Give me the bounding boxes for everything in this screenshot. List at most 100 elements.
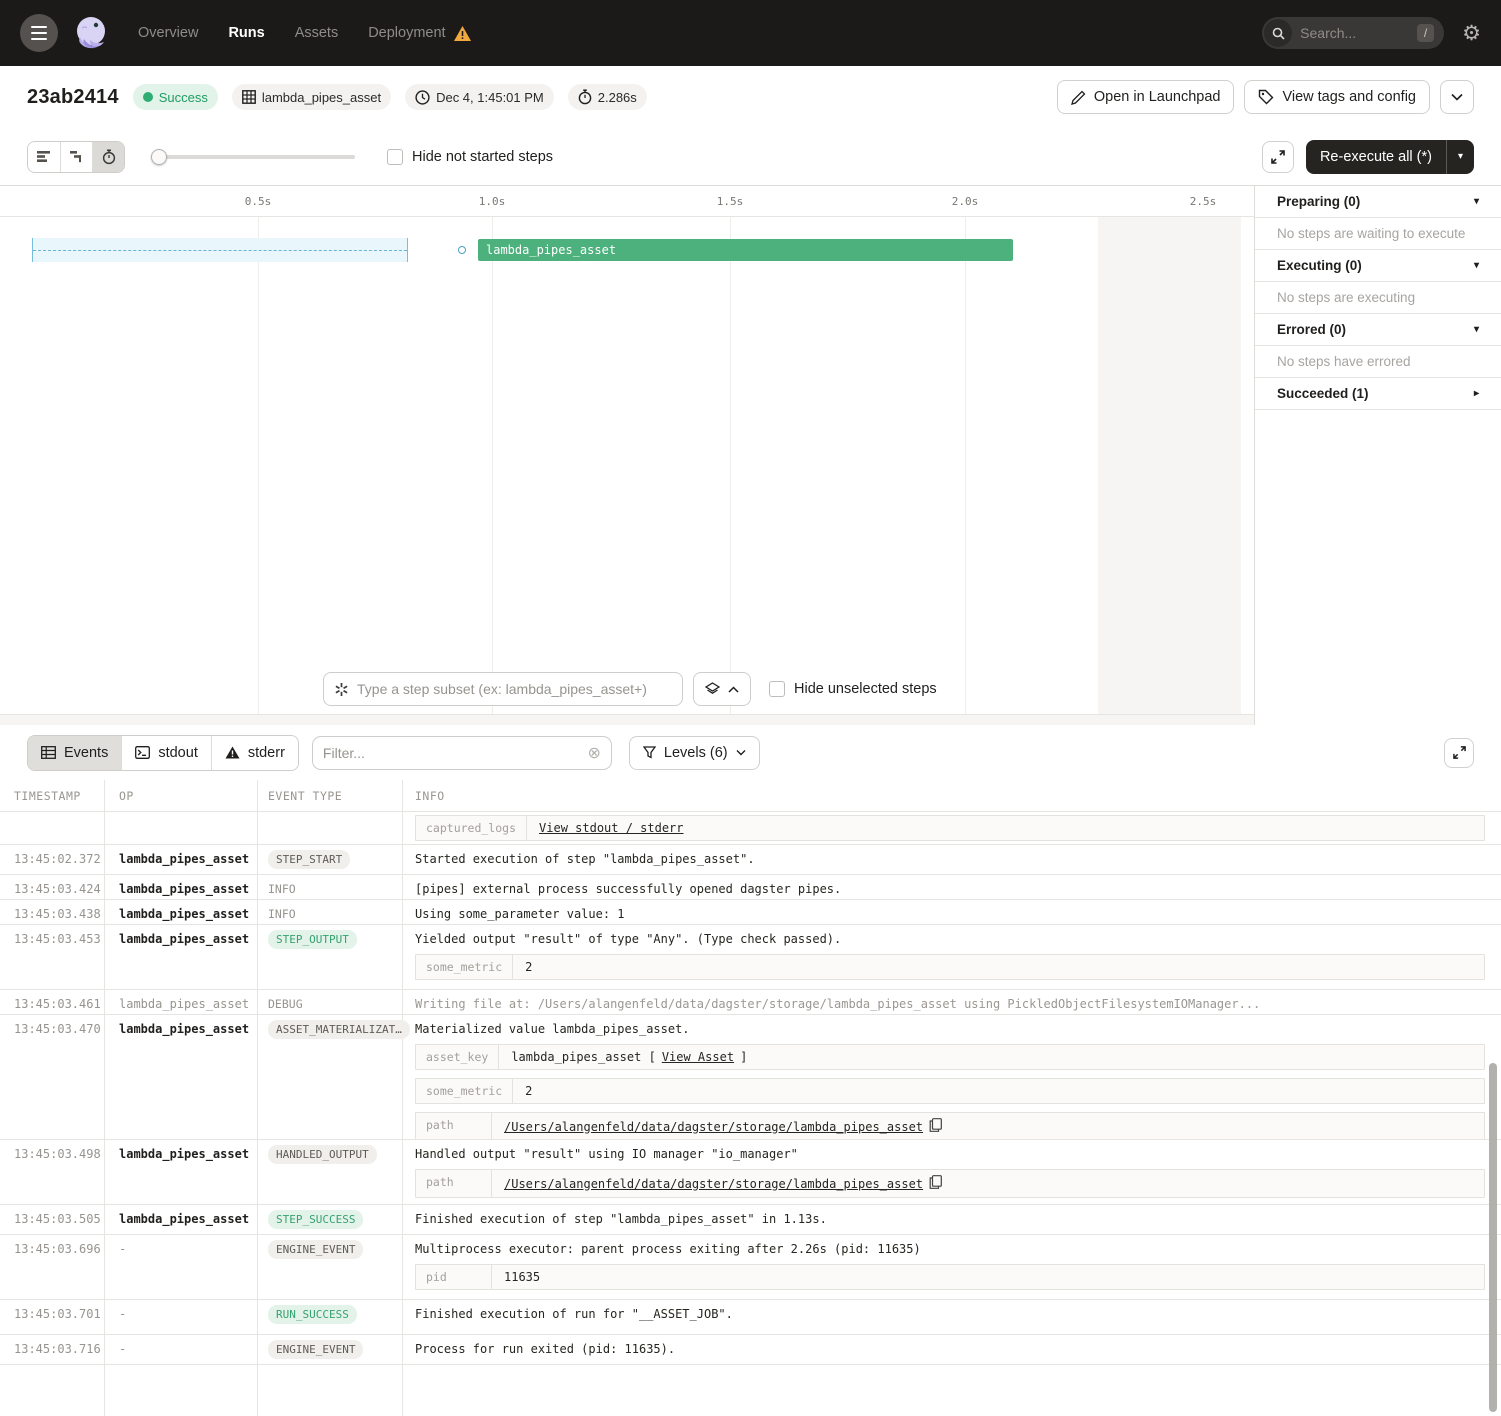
post-run-shaded-region [1098, 217, 1241, 714]
layers-icon [705, 682, 720, 697]
panel-empty-message: No steps have errored [1255, 346, 1501, 378]
metadata-label: some_metric [416, 955, 513, 979]
step-subset-input[interactable] [357, 681, 672, 697]
view-flat-button[interactable] [28, 142, 60, 172]
event-op: lambda_pipes_asset [105, 925, 258, 989]
event-row[interactable]: 13:45:03.461lambda_pipes_assetDEBUGWriti… [0, 990, 1501, 1015]
event-row[interactable]: 13:45:02.372lambda_pipes_assetSTEP_START… [0, 845, 1501, 875]
chevron-up-icon [728, 686, 739, 693]
caret-down-icon: ▾ [1474, 324, 1479, 335]
metadata-value: lambda_pipes_asset [View Asset] [499, 1045, 759, 1069]
event-row[interactable]: 13:45:03.438lambda_pipes_assetINFOUsing … [0, 900, 1501, 925]
event-row[interactable]: 13:45:03.470lambda_pipes_assetASSET_MATE… [0, 1015, 1501, 1140]
log-filter-wrap: ⊗ [312, 736, 612, 770]
view-timed-button[interactable] [92, 142, 124, 172]
metadata-link[interactable]: View stdout / stderr [539, 821, 684, 835]
panel-section-errored[interactable]: Errored (0)▾ [1255, 314, 1501, 346]
event-type: RUN_SUCCESS [258, 1300, 403, 1334]
event-info: Process for run exited (pid: 11635). [403, 1335, 1501, 1364]
panel-section-succeeded[interactable]: Succeeded (1)▸ [1255, 378, 1501, 410]
tab-events[interactable]: Events [28, 736, 121, 770]
event-timestamp: 13:45:03.505 [0, 1205, 105, 1234]
levels-dropdown-button[interactable]: Levels (6) [629, 736, 760, 770]
event-row[interactable]: 13:45:03.696-ENGINE_EVENTMultiprocess ex… [0, 1235, 1501, 1300]
terminal-icon [135, 746, 150, 759]
panel-section-preparing[interactable]: Preparing (0)▾ [1255, 186, 1501, 218]
event-timestamp: 13:45:03.453 [0, 925, 105, 989]
event-type: ENGINE_EVENT [258, 1235, 403, 1299]
metadata-link[interactable]: View Asset [662, 1050, 734, 1064]
selector-asterisk-icon [334, 682, 349, 697]
copy-icon[interactable] [929, 1118, 942, 1135]
gridline [258, 217, 259, 714]
nav-links: Overview Runs Assets Deployment [138, 25, 471, 41]
metadata-entry: some_metric2 [415, 1078, 1485, 1104]
event-row[interactable]: 13:45:03.424lambda_pipes_assetINFO[pipes… [0, 875, 1501, 900]
event-info: Handled output "result" using IO manager… [403, 1140, 1501, 1204]
metadata-link[interactable]: /Users/alangenfeld/data/dagster/storage/… [504, 1177, 923, 1191]
gantt-time-axis: 0.5s1.0s1.5s2.0s2.5s [0, 186, 1254, 217]
reexecute-dropdown-button[interactable]: ▾ [1446, 140, 1474, 174]
tab-stdout[interactable]: stdout [121, 736, 211, 770]
nav-item-deployment[interactable]: Deployment [368, 25, 445, 41]
metadata-label: some_metric [416, 1079, 513, 1103]
event-op: lambda_pipes_asset [105, 875, 258, 899]
events-fullscreen-button[interactable] [1444, 738, 1474, 768]
event-type: ASSET_MATERIALIZAT… [258, 1015, 403, 1139]
run-header: 23ab2414 Success lambda_pipes_asset Dec … [0, 66, 1501, 128]
slider-knob[interactable] [151, 149, 167, 165]
step-subset-input-wrap [323, 672, 683, 706]
metadata-link[interactable]: /Users/alangenfeld/data/dagster/storage/… [504, 1120, 923, 1134]
clock-icon [415, 90, 430, 105]
clear-filter-icon[interactable]: ⊗ [588, 743, 601, 763]
gantt-fullscreen-button[interactable] [1262, 141, 1294, 173]
col-header-info: INFO [403, 780, 1501, 811]
reexecute-all-button[interactable]: Re-execute all (*) [1306, 149, 1446, 165]
global-search[interactable]: Search... / [1262, 17, 1444, 49]
view-tags-config-button[interactable]: View tags and config [1244, 80, 1430, 114]
run-timestamp-badge: Dec 4, 1:45:01 PM [405, 84, 554, 110]
dagster-logo-icon[interactable] [70, 12, 112, 54]
hide-not-started-checkbox[interactable] [387, 149, 403, 165]
event-op: lambda_pipes_asset [105, 990, 258, 1014]
event-row[interactable]: 13:45:03.716-ENGINE_EVENTProcess for run… [0, 1335, 1501, 1365]
op-selector-button[interactable] [693, 672, 751, 706]
log-filter-input[interactable] [323, 745, 588, 761]
metadata-value: /Users/alangenfeld/data/dagster/storage/… [492, 1113, 954, 1140]
metadata-entry: captured_logsView stdout / stderr [415, 815, 1485, 841]
nav-item-overview[interactable]: Overview [138, 25, 198, 41]
copy-icon[interactable] [929, 1175, 942, 1192]
open-in-launchpad-button[interactable]: Open in Launchpad [1057, 80, 1235, 114]
nav-item-assets[interactable]: Assets [295, 25, 339, 41]
nav-item-runs[interactable]: Runs [228, 25, 264, 41]
settings-gear-icon[interactable]: ⚙ [1462, 23, 1481, 44]
event-info: Yielded output "result" of type "Any". (… [403, 925, 1501, 989]
event-row[interactable]: 13:45:03.453lambda_pipes_assetSTEP_OUTPU… [0, 925, 1501, 990]
job-name-badge[interactable]: lambda_pipes_asset [232, 84, 391, 110]
events-scrollbar[interactable] [1489, 1063, 1497, 1412]
hide-unselected-label: Hide unselected steps [794, 681, 937, 697]
event-info: Materialized value lambda_pipes_asset.as… [403, 1015, 1501, 1139]
gantt-zoom-slider[interactable] [151, 149, 355, 165]
hide-unselected-checkbox[interactable] [769, 681, 785, 697]
hamburger-menu-button[interactable] [20, 14, 58, 52]
view-waterfall-button[interactable] [60, 142, 92, 172]
event-timestamp: 13:45:03.701 [0, 1300, 105, 1334]
run-actions-dropdown-button[interactable] [1440, 80, 1474, 114]
event-row[interactable]: 13:45:03.505lambda_pipes_assetSTEP_SUCCE… [0, 1205, 1501, 1235]
caret-down-icon: ▾ [1474, 260, 1479, 271]
gantt-step-bar[interactable]: lambda_pipes_asset [478, 239, 1013, 261]
event-type: ENGINE_EVENT [258, 1335, 403, 1364]
event-timestamp: 13:45:03.696 [0, 1235, 105, 1299]
event-row[interactable]: 13:45:03.701-RUN_SUCCESSFinished executi… [0, 1300, 1501, 1335]
panel-section-executing[interactable]: Executing (0)▾ [1255, 250, 1501, 282]
gridline [730, 217, 731, 714]
status-badge: Success [133, 84, 218, 110]
tab-stderr[interactable]: stderr [211, 736, 298, 770]
event-row[interactable]: 13:45:03.498lambda_pipes_assetHANDLED_OU… [0, 1140, 1501, 1205]
event-info: Using some_parameter value: 1 [403, 900, 1501, 924]
event-op: - [105, 1335, 258, 1364]
tag-icon [1258, 89, 1274, 105]
event-row[interactable]: captured_logsView stdout / stderr [0, 812, 1501, 845]
axis-tick-label: 0.5s [245, 195, 272, 208]
